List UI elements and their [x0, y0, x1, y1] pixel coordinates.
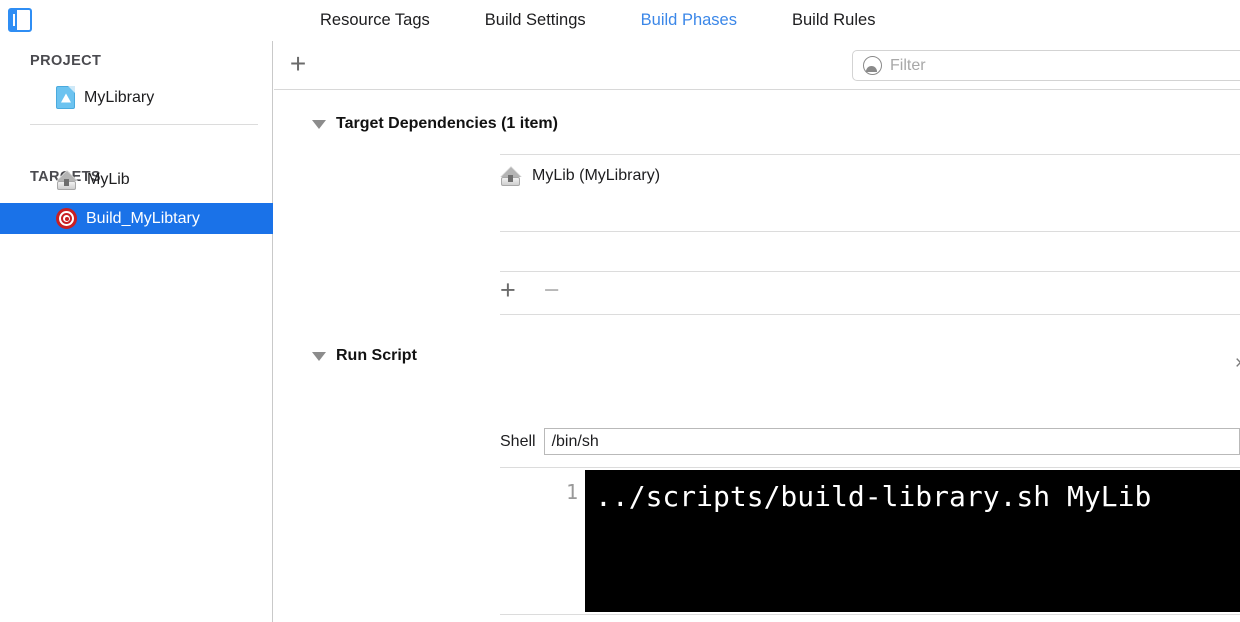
- section-title: Run Script: [336, 347, 417, 364]
- close-icon[interactable]: ×: [1235, 354, 1240, 373]
- sidebar-item-label: MyLib: [87, 170, 130, 188]
- sidebar-item-mylib[interactable]: MyLib: [0, 164, 273, 195]
- build-phases-filter-bar: + Filter: [274, 41, 1240, 90]
- sidebar-item-label: MyLibrary: [84, 88, 155, 106]
- filter-input[interactable]: Filter: [852, 50, 1240, 81]
- shell-input[interactable]: /bin/sh: [543, 428, 1240, 455]
- filter-funnel-icon: [863, 56, 882, 75]
- add-build-phase-button[interactable]: +: [285, 50, 311, 78]
- navigator-toggle-fill: [10, 10, 17, 30]
- script-code: ../scripts/build-library.sh MyLib: [595, 480, 1152, 513]
- tab-build-rules[interactable]: Build Rules: [792, 11, 875, 30]
- framework-bundle-icon: [500, 166, 522, 186]
- editor-tab-bar: Resource Tags Build Settings Build Phase…: [320, 0, 875, 41]
- shell-value: /bin/sh: [551, 432, 599, 450]
- line-number: 1: [565, 480, 578, 504]
- remove-dependency-button: −: [543, 275, 560, 305]
- dependency-label: MyLib (MyLibrary): [532, 167, 661, 184]
- sidebar-divider: [30, 124, 258, 125]
- tab-resource-tags[interactable]: Resource Tags: [320, 11, 430, 30]
- aggregate-target-icon: [56, 208, 77, 229]
- section-header-target-dependencies[interactable]: Target Dependencies (1 item): [274, 115, 558, 133]
- xcode-project-document-icon: [56, 86, 75, 109]
- section-title: Target Dependencies (1 item): [336, 115, 558, 132]
- disclosure-triangle-down-icon[interactable]: [312, 351, 326, 361]
- build-phases-pane: + Filter Target Dependencies (1 item) My…: [274, 41, 1240, 622]
- script-editor-gutter: 1: [500, 470, 585, 612]
- table-row[interactable]: MyLib (MyLibrary): [500, 159, 1240, 193]
- script-editor[interactable]: 1 ../scripts/build-library.sh MyLib: [500, 470, 1240, 612]
- shell-field-row: Shell /bin/sh: [500, 428, 1240, 455]
- script-editor-bottom-rule: [500, 614, 1240, 615]
- navigator-toggle-bar: [12, 14, 15, 26]
- sidebar-section-header-project: PROJECT: [30, 53, 102, 69]
- navigator-panel-toggle-icon[interactable]: [8, 8, 32, 32]
- sidebar-item-build-mylibtary[interactable]: Build_MyLibtary: [0, 203, 273, 234]
- section-end-rule: [500, 314, 1240, 315]
- dependency-add-remove-controls: + −: [500, 275, 560, 305]
- dependency-table-bottom-rule: [500, 271, 1240, 272]
- tab-build-phases[interactable]: Build Phases: [641, 11, 737, 30]
- tab-build-settings[interactable]: Build Settings: [485, 11, 586, 30]
- sidebar-item-label: Build_MyLibtary: [86, 209, 200, 227]
- sidebar-item-mylibrary[interactable]: MyLibrary: [0, 82, 273, 113]
- script-editor-code-area[interactable]: ../scripts/build-library.sh MyLib: [585, 470, 1240, 612]
- script-editor-top-rule: [500, 467, 1240, 468]
- disclosure-triangle-down-icon[interactable]: [312, 119, 326, 129]
- dependency-table-top-rule: [500, 154, 1240, 155]
- framework-bundle-icon: [56, 169, 78, 190]
- dependency-row-divider: [500, 231, 1240, 232]
- add-dependency-button[interactable]: +: [500, 277, 516, 304]
- filter-placeholder-text: Filter: [890, 56, 926, 74]
- section-header-run-script[interactable]: Run Script: [274, 347, 417, 365]
- shell-label: Shell: [500, 432, 536, 450]
- project-targets-sidebar: PROJECT MyLibrary TARGETS MyLib Build_My…: [0, 41, 273, 622]
- top-toolbar: Resource Tags Build Settings Build Phase…: [0, 0, 1240, 41]
